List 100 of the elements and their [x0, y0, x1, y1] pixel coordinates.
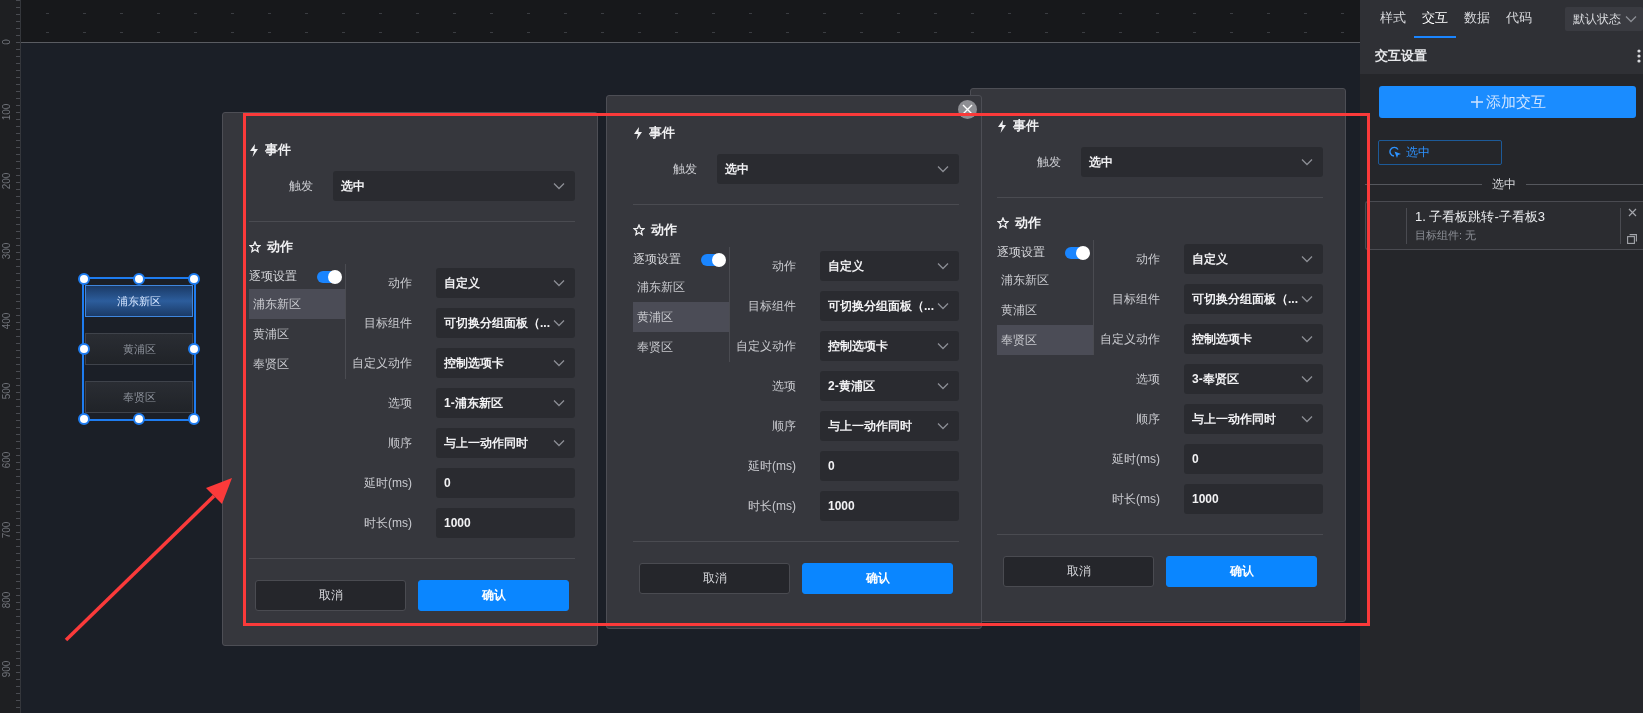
list-item[interactable]: 奉贤区 — [633, 332, 729, 362]
resize-handle[interactable] — [78, 343, 90, 355]
section-title: 动作 — [267, 238, 293, 256]
select-field[interactable]: 控制选项卡 — [436, 348, 575, 378]
resize-handle[interactable] — [78, 273, 90, 285]
field-label: 动作 — [771, 257, 796, 275]
field-label: 目标组件 — [1111, 290, 1160, 308]
chevron-down-icon — [1301, 375, 1313, 383]
ruler-label: 200 — [2, 173, 12, 190]
lightning-icon — [249, 143, 259, 157]
select-field[interactable]: 2-黄浦区 — [820, 371, 959, 401]
input-field[interactable]: 1000 — [436, 508, 575, 538]
select-field[interactable]: 可切换分组面板（... — [1184, 284, 1323, 314]
chevron-down-icon — [553, 182, 565, 190]
input-field[interactable]: 0 — [436, 468, 575, 498]
chevron-down-icon — [937, 342, 949, 350]
chevron-down-icon — [937, 262, 949, 270]
toggle-switch[interactable] — [701, 253, 725, 266]
close-icon[interactable] — [1627, 207, 1637, 217]
interaction-card[interactable]: 1. 子看板跳转-子看板3 目标组件: 无 — [1365, 201, 1643, 250]
list-item[interactable]: 奉贤区 — [997, 325, 1093, 355]
component-tab[interactable]: 奉贤区 — [85, 381, 193, 413]
field-label: 延时(ms) — [363, 474, 412, 492]
per-item-label: 逐项设置 — [997, 244, 1045, 261]
chevron-down-icon — [937, 302, 949, 310]
cancel-button[interactable]: 取消 — [1003, 556, 1154, 587]
list-item[interactable]: 奉贤区 — [249, 349, 345, 379]
select-field[interactable]: 可切换分组面板（... — [436, 308, 575, 338]
more-icon[interactable] — [1637, 49, 1641, 63]
input-field[interactable]: 0 — [1184, 444, 1323, 474]
resize-handle[interactable] — [78, 413, 90, 425]
resize-handle[interactable] — [133, 413, 145, 425]
list-item[interactable]: 浦东新区 — [997, 265, 1093, 295]
copy-icon[interactable] — [1627, 233, 1637, 244]
section-title: 事件 — [649, 124, 675, 142]
chevron-down-icon — [553, 279, 565, 287]
confirm-button[interactable]: 确认 — [802, 563, 953, 594]
trigger-select[interactable]: 选中 — [717, 154, 959, 184]
section-title: 交互设置 — [1375, 47, 1427, 65]
input-field[interactable]: 0 — [820, 451, 959, 481]
list-item[interactable]: 浦东新区 — [249, 289, 345, 319]
select-field[interactable]: 3-奉贤区 — [1184, 364, 1323, 394]
list-item[interactable]: 浦东新区 — [633, 272, 729, 302]
cancel-button[interactable]: 取消 — [639, 563, 790, 594]
select-field[interactable]: 1-浦东新区 — [436, 388, 575, 418]
chevron-down-icon — [553, 439, 565, 447]
resize-handle[interactable] — [188, 273, 200, 285]
field-label: 触发 — [288, 177, 313, 195]
field-label: 自定义动作 — [1099, 330, 1160, 348]
select-field[interactable]: 可切换分组面板（... — [820, 291, 959, 321]
panel-tab[interactable]: 样式 — [1372, 0, 1414, 38]
field-label: 选项 — [771, 377, 796, 395]
trigger-tag[interactable]: 选中 — [1378, 140, 1502, 165]
confirm-button[interactable]: 确认 — [418, 580, 569, 611]
panel-tab[interactable]: 数据 — [1456, 0, 1498, 38]
ruler-label: 400 — [2, 312, 12, 330]
trigger-select[interactable]: 选中 — [333, 171, 575, 201]
trigger-select[interactable]: 选中 — [1081, 147, 1323, 177]
ruler-label: 500 — [2, 382, 12, 399]
select-field[interactable]: 自定义 — [436, 268, 575, 298]
select-field[interactable]: 控制选项卡 — [1184, 324, 1323, 354]
field-label: 时长(ms) — [747, 497, 796, 515]
ruler-label: 800 — [2, 591, 12, 608]
ruler-label: 0 — [2, 39, 12, 45]
chevron-down-icon — [1301, 158, 1313, 166]
component-tab[interactable]: 浦东新区 — [85, 285, 193, 317]
resize-handle[interactable] — [133, 273, 145, 285]
select-field[interactable]: 自定义 — [820, 251, 959, 281]
field-label: 选项 — [387, 394, 412, 412]
input-field[interactable]: 1000 — [1184, 484, 1323, 514]
chevron-down-icon — [937, 382, 949, 390]
list-item[interactable]: 黄浦区 — [997, 295, 1093, 325]
input-field[interactable]: 1000 — [820, 491, 959, 521]
field-label: 延时(ms) — [1111, 450, 1160, 468]
select-field[interactable]: 与上一动作同时 — [436, 428, 575, 458]
panel-tab[interactable]: 代码 — [1498, 0, 1540, 38]
chevron-down-icon — [553, 319, 565, 327]
toggle-switch[interactable] — [1065, 246, 1089, 259]
panel-tab[interactable]: 交互 — [1414, 0, 1456, 38]
cancel-button[interactable]: 取消 — [255, 580, 406, 611]
chevron-down-icon — [1625, 15, 1637, 23]
confirm-button[interactable]: 确认 — [1166, 556, 1317, 587]
chevron-down-icon — [553, 399, 565, 407]
field-label: 顺序 — [387, 434, 412, 452]
star-icon — [249, 241, 261, 253]
select-field[interactable]: 与上一动作同时 — [820, 411, 959, 441]
field-label: 顺序 — [771, 417, 796, 435]
resize-handle[interactable] — [188, 413, 200, 425]
list-item[interactable]: 黄浦区 — [633, 302, 729, 332]
select-field[interactable]: 控制选项卡 — [820, 331, 959, 361]
plus-icon — [1469, 95, 1484, 109]
list-item[interactable]: 黄浦区 — [249, 319, 345, 349]
lightning-icon — [633, 126, 643, 140]
component-tab[interactable]: 黄浦区 — [85, 333, 193, 365]
select-field[interactable]: 与上一动作同时 — [1184, 404, 1323, 434]
chevron-down-icon — [1301, 335, 1313, 343]
state-select[interactable]: 默认状态 — [1565, 7, 1643, 31]
star-icon — [633, 224, 645, 236]
toggle-switch[interactable] — [317, 270, 341, 283]
select-field[interactable]: 自定义 — [1184, 244, 1323, 274]
